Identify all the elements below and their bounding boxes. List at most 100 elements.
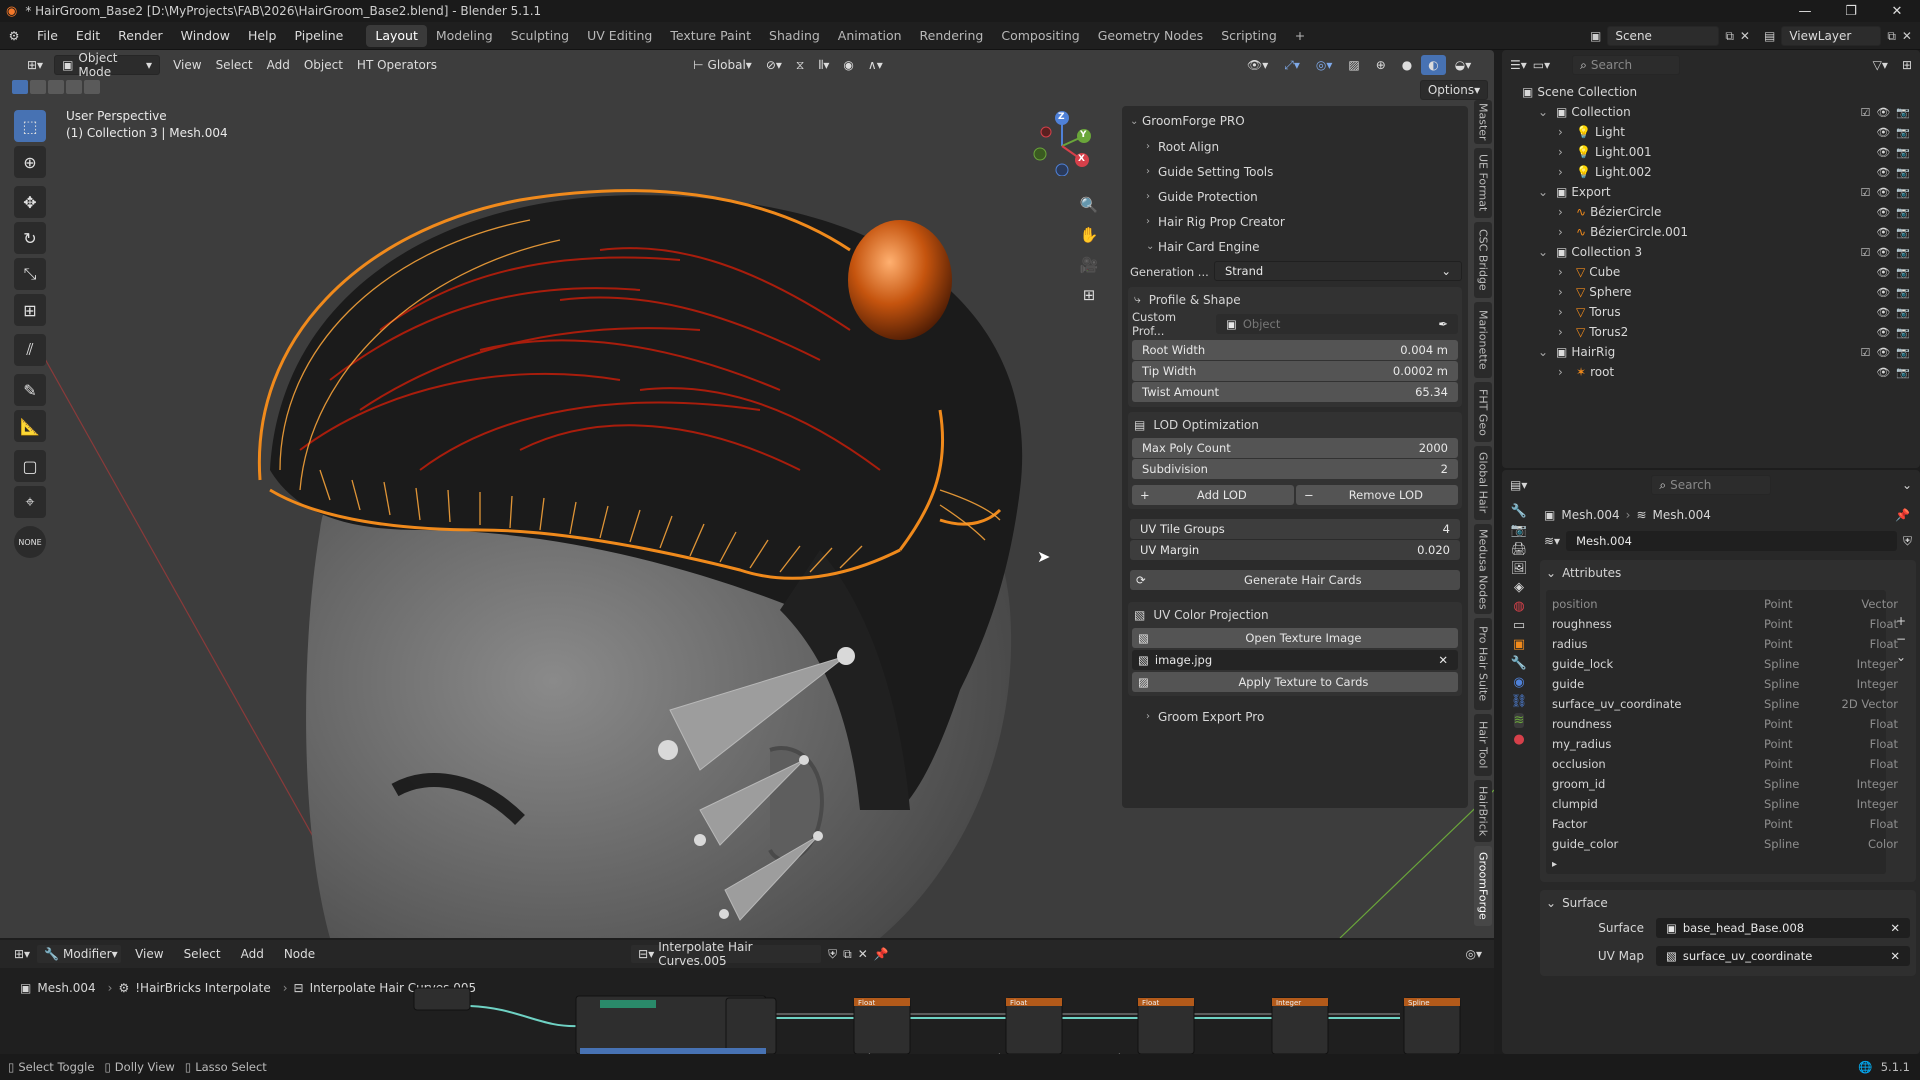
render-camera-icon[interactable]: 📷	[1896, 146, 1910, 159]
exclude-checkbox-icon[interactable]: ☑	[1860, 186, 1870, 199]
root-align-panel[interactable]: › Root Align	[1122, 134, 1468, 159]
expand-list-icon[interactable]: ▸	[1552, 859, 1557, 870]
editor-context-dropdown[interactable]: 🔧 Modifier ▾	[36, 944, 123, 964]
view-layer-selector[interactable]: ViewLayer	[1781, 26, 1882, 46]
collapsed-icon[interactable]: ›	[1558, 285, 1572, 299]
tab-animation[interactable]: Animation	[829, 25, 911, 47]
display-mode-icon[interactable]: ▭▾	[1533, 58, 1550, 72]
outliner-item-sphere[interactable]: › ▽ Sphere 👁 📷	[1522, 282, 1920, 302]
outliner-item-cube[interactable]: › ▽ Cube 👁 📷	[1522, 262, 1920, 282]
collection-tab-icon[interactable]: ▭	[1513, 618, 1525, 633]
max-poly-field[interactable]: Max Poly Count 2000	[1132, 438, 1458, 458]
view-layer-icon[interactable]: ▤	[1764, 29, 1775, 43]
uv-margin-field[interactable]: UV Margin 0.020	[1130, 540, 1460, 560]
render-camera-icon[interactable]: 📷	[1896, 186, 1910, 199]
clear-uvmap-icon[interactable]: ✕	[1890, 949, 1900, 963]
navigation-gizmo[interactable]: Z Y X	[1030, 110, 1094, 177]
visibility-icon[interactable]: 👁▾	[1240, 55, 1275, 75]
outliner-item-torus[interactable]: › ▽ Torus 👁 📷	[1522, 302, 1920, 322]
curves-datablock-icon[interactable]: ≋▾	[1544, 534, 1560, 548]
attribute-row[interactable]: roughness Point Float	[1552, 614, 1898, 634]
generate-hair-cards-button[interactable]: ⟳ Generate Hair Cards	[1130, 570, 1460, 590]
gizmo-icon[interactable]: ⤢▾	[1277, 55, 1307, 75]
float-node-label[interactable]: Float	[1010, 999, 1027, 1007]
tab-rendering[interactable]: Rendering	[911, 25, 993, 47]
menu-view[interactable]: View	[166, 55, 208, 75]
render-camera-icon[interactable]: 📷	[1896, 206, 1910, 219]
tab-csc-bridge[interactable]: CSC Bridge	[1474, 222, 1492, 298]
exclude-checkbox-icon[interactable]: ☑	[1860, 106, 1870, 119]
tab-uv-editing[interactable]: UV Editing	[578, 25, 661, 47]
menu-select[interactable]: Select	[209, 55, 260, 75]
subdivision-field[interactable]: Subdivision 2	[1132, 459, 1458, 479]
guide-setting-panel[interactable]: › Guide Setting Tools	[1122, 159, 1468, 184]
render-camera-icon[interactable]: 📷	[1896, 286, 1910, 299]
attribute-row[interactable]: occlusion Point Float	[1552, 754, 1898, 774]
outliner-type-icon[interactable]: ☰▾	[1510, 58, 1527, 72]
proportional-edit-icon[interactable]: ◉	[836, 55, 860, 75]
tip-width-field[interactable]: Tip Width 0.0002 m	[1132, 361, 1458, 381]
select-new-icon[interactable]	[12, 80, 28, 94]
menu-node-view[interactable]: View	[128, 944, 170, 964]
material-shading-icon[interactable]: ◐	[1421, 55, 1446, 75]
tab-pro-hair-suite[interactable]: Pro Hair Suite	[1474, 618, 1492, 710]
hair-card-engine-panel[interactable]: ⌄ Hair Card Engine	[1122, 234, 1468, 259]
tab-modeling[interactable]: Modeling	[427, 25, 502, 47]
attribute-row[interactable]: Factor Point Float	[1552, 814, 1898, 834]
attribute-row[interactable]: groom_id Spline Integer	[1552, 774, 1898, 794]
falloff-icon[interactable]: ∧▾	[861, 55, 890, 75]
outliner-item-export[interactable]: ⌄ ▣ Export ☑ 👁 📷	[1522, 182, 1920, 202]
mode-selector[interactable]: ▣ Object Mode ▾	[54, 51, 161, 79]
menu-edit[interactable]: Edit	[67, 22, 109, 50]
tab-texture-paint[interactable]: Texture Paint	[661, 25, 760, 47]
hair-comb-tool-icon[interactable]: ⫽	[14, 334, 46, 366]
clear-surface-icon[interactable]: ✕	[1890, 921, 1900, 935]
render-tab-icon[interactable]: 📷	[1511, 523, 1527, 538]
tab-hairbrick[interactable]: HairBrick	[1474, 780, 1492, 842]
menu-help[interactable]: Help	[239, 22, 286, 50]
collapsed-icon[interactable]: ›	[1558, 165, 1572, 179]
attribute-row[interactable]: surface_uv_coordinate Spline 2D Vector	[1552, 694, 1898, 714]
snap-icon[interactable]: ⧖	[789, 55, 811, 75]
guide-protection-panel[interactable]: › Guide Protection	[1122, 184, 1468, 209]
surface-header[interactable]: ⌄ Surface	[1540, 890, 1916, 916]
xray-icon[interactable]: ▨	[1341, 55, 1366, 75]
cursor-tool-icon[interactable]: ⊕	[14, 146, 46, 178]
close-icon[interactable]: ✕	[1874, 0, 1920, 22]
tab-geometry-nodes[interactable]: Geometry Nodes	[1089, 25, 1212, 47]
snap-target-icon[interactable]: ⫴▾	[811, 55, 836, 75]
eyedropper-icon[interactable]: ✒	[1438, 317, 1448, 331]
menu-node-node[interactable]: Node	[277, 944, 322, 964]
expand-down-icon[interactable]: ⌄	[1538, 245, 1552, 259]
select-subtract-icon[interactable]	[48, 80, 64, 94]
eye-icon[interactable]: 👁	[1876, 166, 1890, 179]
camera-icon[interactable]: 🎥	[1076, 256, 1102, 286]
pin-icon[interactable]: 📌	[1895, 508, 1910, 522]
new-collection-icon[interactable]: ⊞	[1902, 58, 1912, 72]
clear-image-icon[interactable]: ✕	[1438, 653, 1448, 667]
3d-viewport[interactable]: ⊞▾ ▣ Object Mode ▾ View Select Add Object …	[0, 50, 1494, 938]
menu-ht-operators[interactable]: HT Operators	[350, 55, 444, 75]
outliner-item-light[interactable]: › 💡 Light 👁 📷	[1522, 122, 1920, 142]
render-camera-icon[interactable]: 📷	[1896, 166, 1910, 179]
render-camera-icon[interactable]: 📷	[1896, 326, 1910, 339]
attribute-row[interactable]: position Point Vector	[1552, 594, 1898, 614]
uvmap-field[interactable]: ▧ surface_uv_coordinate ✕	[1656, 945, 1910, 966]
attribute-row[interactable]: guide_color Spline Color	[1552, 834, 1898, 854]
eye-icon[interactable]: 👁	[1876, 146, 1890, 159]
expand-down-icon[interactable]: ⌄	[1538, 185, 1552, 199]
overlays-icon[interactable]: ◎▾	[1309, 55, 1340, 75]
eye-icon[interactable]: 👁	[1876, 186, 1890, 199]
apply-texture-button[interactable]: ▨ Apply Texture to Cards	[1132, 672, 1458, 692]
outliner-item-hairrig[interactable]: ⌄ ▣ HairRig ☑ 👁 📷	[1522, 342, 1920, 362]
tab-ue-format[interactable]: UE Format	[1474, 148, 1492, 218]
tab-sculpting[interactable]: Sculpting	[502, 25, 578, 47]
outliner-search-input[interactable]: ⌕ Search	[1572, 55, 1681, 75]
groomforge-header[interactable]: ⌄ GroomForge PRO	[1122, 108, 1468, 134]
menu-pipeline[interactable]: Pipeline	[285, 22, 352, 50]
tab-global-hair[interactable]: Global Hair	[1474, 446, 1492, 520]
hair-rig-prop-panel[interactable]: › Hair Rig Prop Creator	[1122, 209, 1468, 234]
data-tab-icon[interactable]: ≋	[1513, 713, 1525, 728]
attribute-row[interactable]: my_radius Point Float	[1552, 734, 1898, 754]
scene-collection-row[interactable]: ▣ Scene Collection	[1522, 82, 1920, 102]
